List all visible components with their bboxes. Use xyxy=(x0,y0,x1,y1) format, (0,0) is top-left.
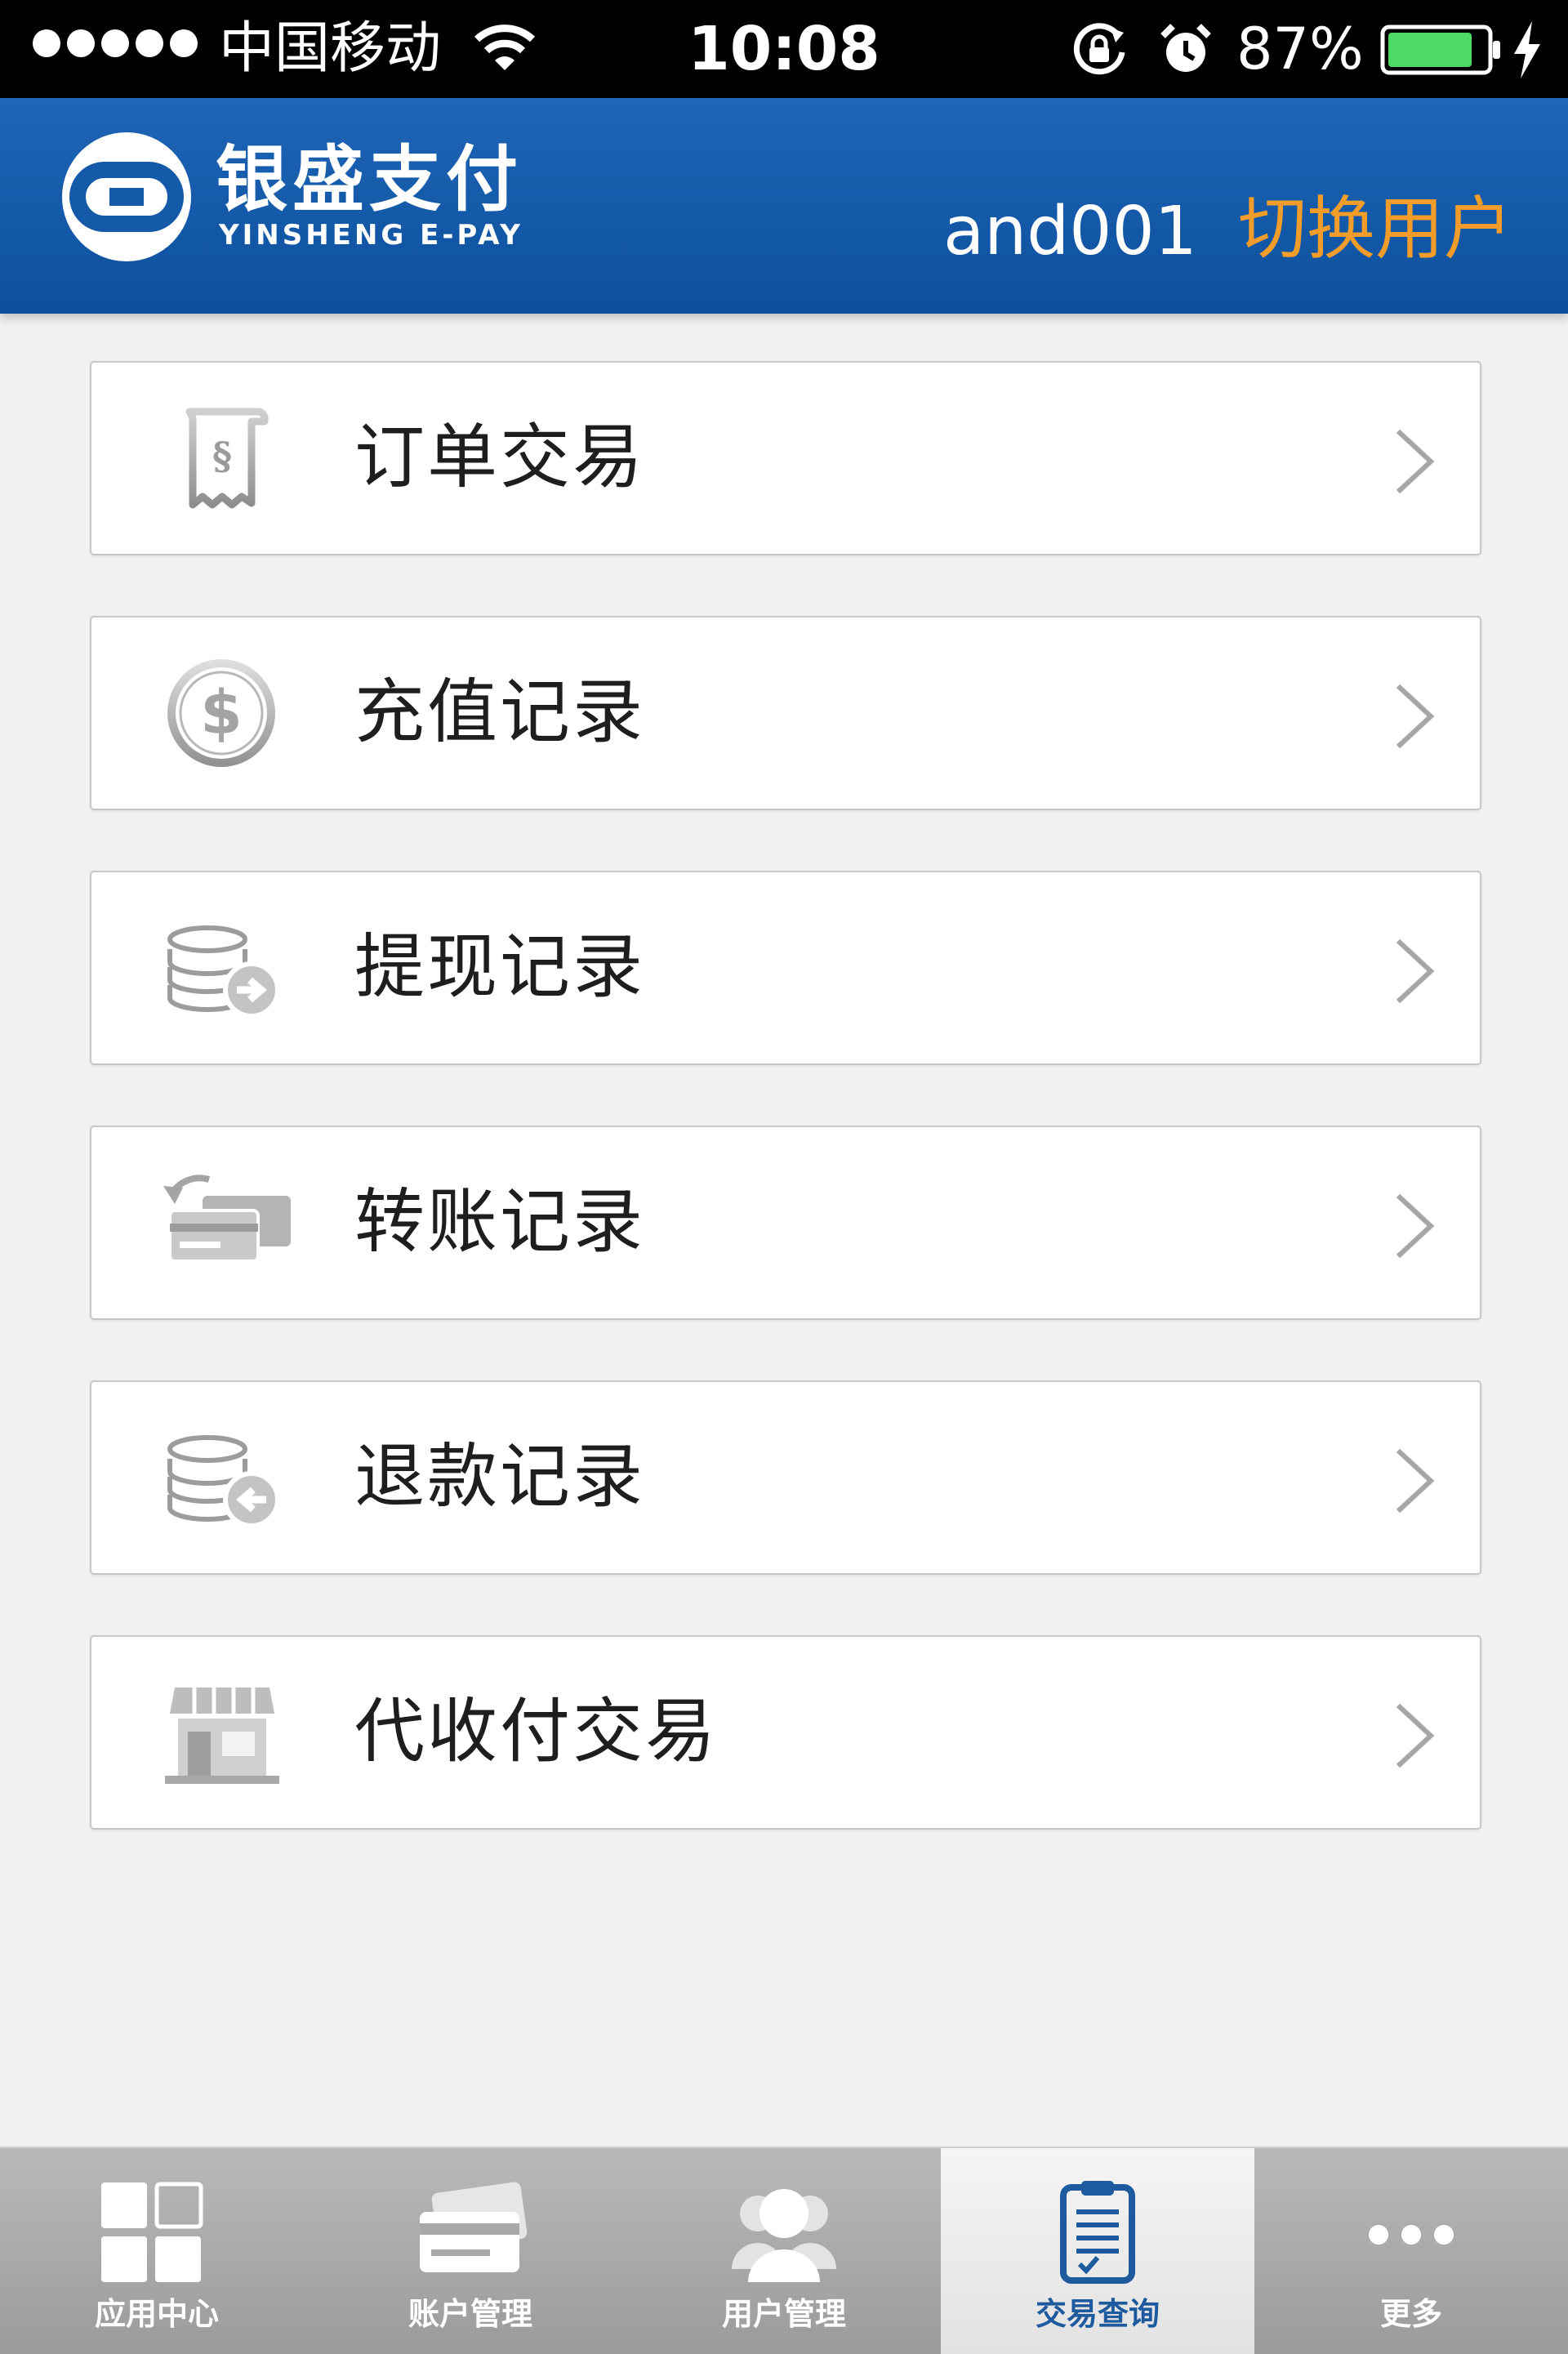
dollar-coin-icon: $ xyxy=(167,659,275,767)
menu-item-label: 订单交易 xyxy=(354,417,645,498)
tab-transaction-query[interactable]: 交易查询 xyxy=(941,2148,1254,2354)
chevron-right-icon xyxy=(1396,1448,1435,1514)
app-header: 银盛支付 YINSHENG E-PAY and001 切换用户 xyxy=(0,98,1568,314)
receipt-icon: § xyxy=(185,408,269,509)
status-bar: 中国移动 10:08 87% xyxy=(0,0,1568,98)
brand-name: 银盛支付 xyxy=(216,137,523,221)
chevron-right-icon xyxy=(1396,1193,1435,1259)
brand-name-english: YINSHENG E-PAY xyxy=(219,219,523,252)
tab-label: 用户管理 xyxy=(721,2296,846,2332)
chevron-right-icon xyxy=(1396,684,1435,749)
menu-item-collection-payment-transactions[interactable]: 代收付交易 xyxy=(90,1635,1481,1830)
more-dots-icon xyxy=(1369,2225,1454,2245)
menu-item-refund-records[interactable]: 退款记录 xyxy=(90,1380,1481,1575)
chevron-right-icon xyxy=(1396,938,1435,1004)
battery-icon xyxy=(1380,25,1500,75)
menu-item-order-transactions[interactable]: § 订单交易 xyxy=(90,361,1481,555)
card-transfer-icon xyxy=(163,1175,291,1263)
alarm-icon xyxy=(1160,24,1211,72)
yinsheng-logo xyxy=(62,132,191,261)
tab-user-management[interactable]: 用户管理 xyxy=(627,2148,941,2354)
svg-text:$: $ xyxy=(200,678,243,748)
battery-percent: 87% xyxy=(1236,16,1364,82)
chevron-right-icon xyxy=(1396,1703,1435,1768)
tab-label: 应用中心 xyxy=(94,2296,219,2332)
store-icon xyxy=(165,1687,279,1784)
menu-item-transfer-records[interactable]: 转账记录 xyxy=(90,1126,1481,1320)
users-icon xyxy=(732,2189,836,2282)
bottom-tab-bar: 应用中心 账户管理 用户管理 交易查询 更多 xyxy=(0,2147,1568,2354)
menu-item-label: 提现记录 xyxy=(354,926,645,1008)
coins-withdraw-icon xyxy=(167,925,280,1019)
clipboard-icon xyxy=(1060,2181,1135,2284)
menu-item-recharge-records[interactable]: $ 充值记录 xyxy=(90,616,1481,810)
menu-item-withdrawal-records[interactable]: 提现记录 xyxy=(90,871,1481,1065)
grid-icon xyxy=(101,2182,203,2282)
chevron-right-icon xyxy=(1396,429,1435,494)
svg-text:§: § xyxy=(212,434,232,478)
menu-item-label: 充值记录 xyxy=(354,671,645,753)
tab-label: 交易查询 xyxy=(1035,2296,1160,2332)
coins-refund-icon xyxy=(167,1435,280,1528)
tab-label: 更多 xyxy=(1379,2296,1442,2332)
menu-item-label: 退款记录 xyxy=(354,1436,645,1518)
tab-label: 账户管理 xyxy=(408,2296,532,2332)
switch-user-button[interactable]: 切换用户 xyxy=(1238,186,1512,271)
rotation-lock-icon xyxy=(1073,23,1125,75)
menu-item-label: 代收付交易 xyxy=(354,1691,718,1772)
charging-icon xyxy=(1514,21,1540,78)
current-username: and001 xyxy=(943,193,1197,270)
cards-icon xyxy=(420,2182,528,2272)
tab-app-center[interactable]: 应用中心 xyxy=(0,2148,314,2354)
menu-item-label: 转账记录 xyxy=(354,1181,645,1263)
tab-more[interactable]: 更多 xyxy=(1254,2148,1568,2354)
tab-account-management[interactable]: 账户管理 xyxy=(314,2148,627,2354)
